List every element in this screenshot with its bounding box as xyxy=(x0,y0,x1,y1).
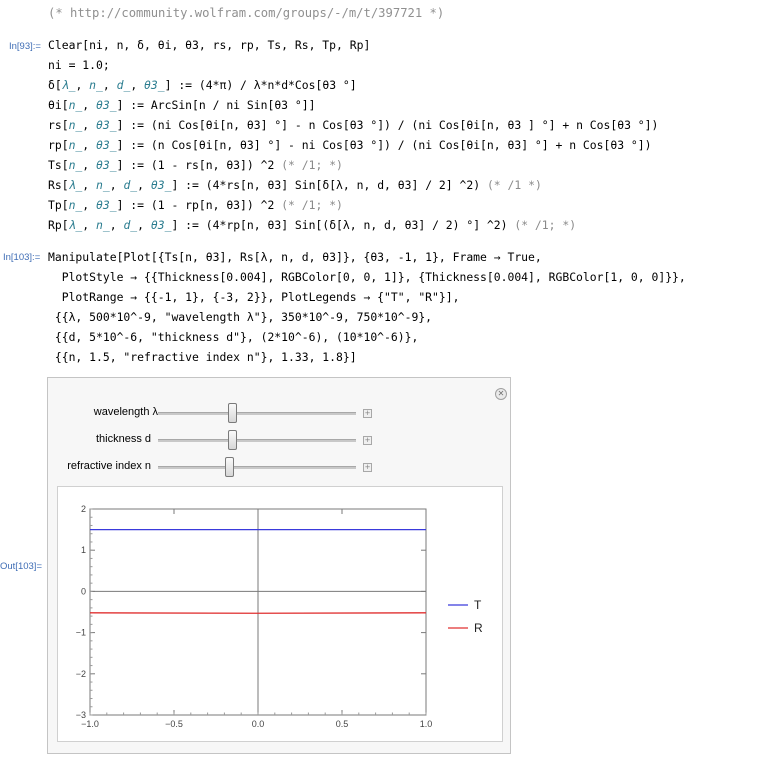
wavelength-slider-track[interactable] xyxy=(158,412,356,415)
line-chart: −1.0 −0.5 0.0 0.5 1.0 2 1 0 −1 −2 −3 TR xyxy=(76,504,483,729)
code103-line: {{λ, 500*10^-9, "wavelength λ"}, 350*10^… xyxy=(48,310,433,324)
code93-line: rs[n_, θ3_] := (ni Cos[θi[n, θ3] °] - n … xyxy=(48,118,659,132)
legend-label-R: R xyxy=(474,621,483,635)
wavelength-slider-thumb[interactable] xyxy=(227,403,237,423)
input-label-93: In[93]:= xyxy=(9,41,41,52)
thickness-slider-thumb[interactable] xyxy=(227,430,237,450)
refractive-index-label: refractive index n xyxy=(67,460,151,472)
x-tick-label: −0.5 xyxy=(165,719,183,729)
manipulate-panel: ✕ wavelength λ + thickness d + refractiv… xyxy=(47,377,511,754)
wavelength-expand-icon[interactable]: + xyxy=(363,409,372,418)
refractive-index-slider-thumb[interactable] xyxy=(225,457,235,477)
y-tick-label: 0 xyxy=(81,586,86,596)
x-tick-label: 1.0 xyxy=(420,719,433,729)
input-label-103: In[103]:= xyxy=(3,252,41,263)
code103-line: Manipulate[Plot[{Ts[n, θ3], Rs[λ, n, d, … xyxy=(48,250,542,264)
x-tick-label: 0.0 xyxy=(252,719,265,729)
wavelength-label: wavelength λ xyxy=(93,406,158,418)
code103-line: PlotRange → {{-1, 1}, {-3, 2}}, PlotLege… xyxy=(48,290,460,304)
y-tick-label: −2 xyxy=(76,669,86,679)
refractive-index-expand-icon[interactable]: + xyxy=(363,463,372,472)
code93-line: rp[n_, θ3_] := (n Cos[θi[n, θ3] °] - ni … xyxy=(48,138,652,152)
input-cell-93[interactable]: Clear[ni, n, δ, θi, θ3, rs, rp, Ts, Rs, … xyxy=(48,35,658,235)
code93-line: Rs[λ_, n_, d_, θ3_] := (4*rs[n, θ3] Sin[… xyxy=(48,178,542,192)
code93-line: Tp[n_, θ3_] := (1 - rp[n, θ3]) ^2 (* /1;… xyxy=(48,198,343,212)
code93-line: Ts[n_, θ3_] := (1 - rs[n, θ3]) ^2 (* /1;… xyxy=(48,158,343,172)
code93-line: δ[λ_, n_, d_, θ3_] := (4*π) / λ*n*d*Cos[… xyxy=(48,78,357,92)
code93-line: Rp[λ_, n_, d_, θ3_] := (4*rp[n, θ3] Sin[… xyxy=(48,218,577,232)
code93-line: θi[n_, θ3_] := ArcSin[n / ni Sin[θ3 °]] xyxy=(48,98,316,112)
code93-line: ni = 1.0; xyxy=(48,58,110,72)
thickness-label: thickness d xyxy=(95,433,151,445)
y-tick-label: 2 xyxy=(81,504,86,514)
input-cell-103[interactable]: Manipulate[Plot[{Ts[n, θ3], Rs[λ, n, d, … xyxy=(48,247,686,367)
legend-label-T: T xyxy=(474,598,482,612)
y-tick-label: −3 xyxy=(76,710,86,720)
code103-line: {{n, 1.5, "refractive index n"}, 1.33, 1… xyxy=(48,350,357,364)
thickness-slider-track[interactable] xyxy=(158,439,356,442)
y-tick-label: 1 xyxy=(81,545,86,555)
x-tick-label: 0.5 xyxy=(336,719,349,729)
thickness-expand-icon[interactable]: + xyxy=(363,436,372,445)
refractive-index-slider-track[interactable] xyxy=(158,466,356,469)
y-tick-label: −1 xyxy=(76,628,86,638)
header-comment: (* http://community.wolfram.com/groups/-… xyxy=(48,6,445,20)
code103-line: {{d, 5*10^-6, "thickness d"}, (2*10^-6),… xyxy=(48,330,419,344)
close-icon[interactable]: ✕ xyxy=(495,388,507,400)
x-tick-label: −1.0 xyxy=(81,719,99,729)
plot-area: −1.0 −0.5 0.0 0.5 1.0 2 1 0 −1 −2 −3 T R xyxy=(57,486,503,742)
code93-line: Clear[ni, n, δ, θi, θ3, rs, rp, Ts, Rs, … xyxy=(48,38,371,52)
output-label-103: Out[103]= xyxy=(0,561,42,572)
code103-line: PlotStyle → {{Thickness[0.004], RGBColor… xyxy=(48,270,686,284)
